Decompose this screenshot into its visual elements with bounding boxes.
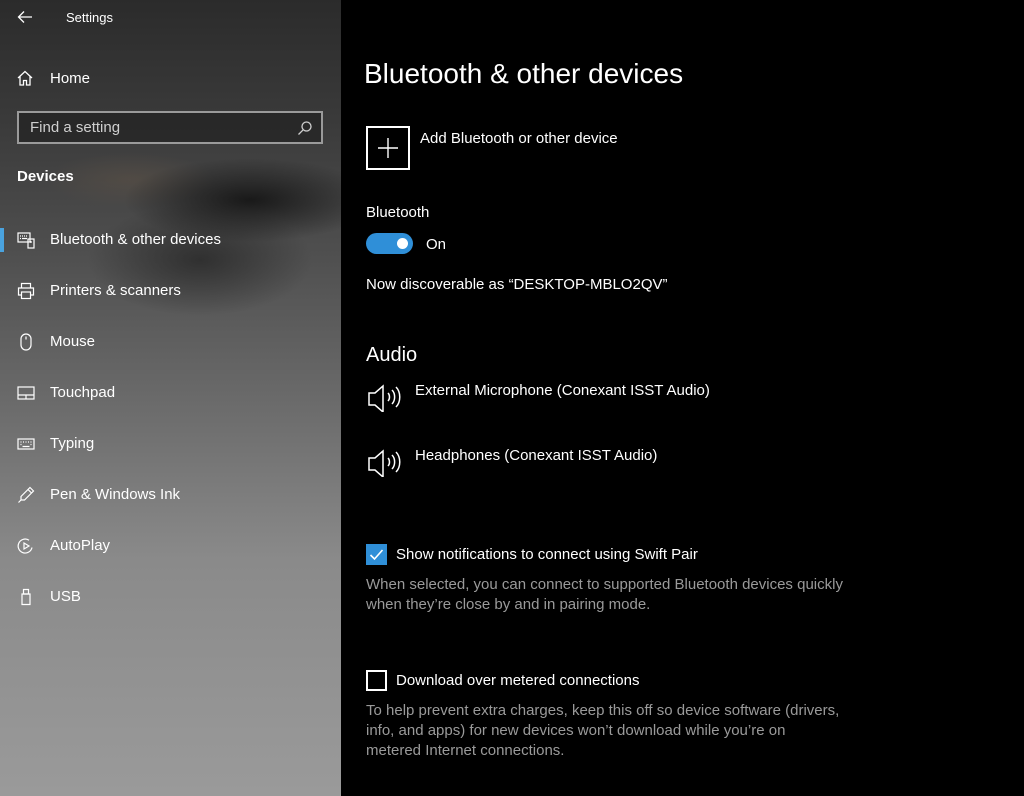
speaker-icon	[368, 384, 401, 412]
speaker-icon	[368, 449, 401, 477]
audio-device-name: Headphones (Conexant ISST Audio)	[415, 447, 658, 464]
audio-device-name: External Microphone (Conexant ISST Audio…	[415, 382, 710, 399]
metered-label: Download over metered connections	[396, 672, 640, 689]
sidebar-item-mouse[interactable]: Mouse	[0, 316, 341, 367]
sidebar-item-touchpad[interactable]: Touchpad	[0, 367, 341, 418]
sidebar-item-usb[interactable]: USB	[0, 571, 341, 622]
description-line: info, and apps) for new devices won’t do…	[366, 722, 786, 739]
search-box[interactable]	[17, 111, 323, 144]
page-title: Bluetooth & other devices	[364, 58, 684, 89]
sidebar-item-pen[interactable]: Pen & Windows Ink	[0, 469, 341, 520]
back-button[interactable]	[12, 6, 38, 28]
sidebar-item-printers[interactable]: Printers & scanners	[0, 265, 341, 316]
home-nav-item[interactable]: Home	[16, 64, 90, 92]
sidebar-item-label: USB	[50, 588, 81, 605]
metered-description: To help prevent extra charges, keep this…	[366, 701, 839, 761]
sidebar-item-label: AutoPlay	[50, 537, 111, 554]
sidebar-item-label: Pen & Windows Ink	[50, 486, 181, 503]
sidebar-item-typing[interactable]: Typing	[0, 418, 341, 469]
bluetooth-devices-icon	[17, 231, 35, 249]
bluetooth-toggle[interactable]	[366, 233, 413, 254]
sidebar: Settings Home Devices Bluetooth & other …	[0, 0, 341, 796]
sidebar-item-label: Bluetooth & other devices	[50, 231, 221, 248]
audio-section-title: Audio	[366, 344, 418, 366]
title-bar: Settings	[0, 0, 341, 34]
swift-pair-checkbox-row[interactable]: Show notifications to connect using Swif…	[366, 544, 698, 565]
audio-device-item[interactable]: Headphones (Conexant ISST Audio)	[366, 447, 657, 477]
search-icon[interactable]	[297, 120, 313, 136]
sidebar-item-autoplay[interactable]: AutoPlay	[0, 520, 341, 571]
audio-device-item[interactable]: External Microphone (Conexant ISST Audio…	[366, 382, 710, 412]
description-line: To help prevent extra charges, keep this…	[366, 702, 840, 719]
add-device-label: Add Bluetooth or other device	[420, 130, 618, 147]
checkmark-icon	[369, 549, 384, 561]
swift-pair-checkbox[interactable]	[366, 544, 387, 565]
swift-pair-description: When selected, you can connect to suppor…	[366, 575, 843, 615]
back-arrow-icon	[17, 11, 32, 23]
devices-nav: Bluetooth & other devices Printers & sca…	[0, 214, 341, 622]
metered-checkbox[interactable]	[366, 670, 387, 691]
sidebar-item-label: Touchpad	[50, 384, 116, 401]
sidebar-item-label: Printers & scanners	[50, 282, 181, 299]
sidebar-item-label: Mouse	[50, 333, 96, 350]
bluetooth-state: On	[426, 236, 447, 253]
keyboard-icon	[17, 435, 35, 453]
mouse-icon	[17, 332, 35, 351]
description-line: When selected, you can connect to suppor…	[366, 576, 843, 593]
home-label: Home	[50, 69, 91, 87]
description-line: metered Internet connections.	[366, 742, 565, 759]
description-line: when they’re close by and in pairing mod…	[366, 596, 651, 613]
plus-icon	[378, 138, 398, 158]
discoverable-text: Now discoverable as “DESKTOP-MBLO2QV”	[366, 276, 668, 293]
usb-icon	[17, 588, 35, 606]
search-input[interactable]	[19, 113, 297, 142]
home-icon	[17, 70, 33, 86]
bluetooth-label: Bluetooth	[366, 204, 430, 221]
add-device-button[interactable]: Add Bluetooth or other device	[366, 126, 618, 170]
main-content: Bluetooth & other devices Add Bluetooth …	[341, 0, 1024, 796]
pen-icon	[17, 486, 35, 504]
touchpad-icon	[17, 384, 35, 402]
toggle-knob	[397, 238, 408, 249]
swift-pair-label: Show notifications to connect using Swif…	[396, 546, 698, 563]
sidebar-item-bluetooth[interactable]: Bluetooth & other devices	[0, 214, 341, 265]
add-device-tile[interactable]	[366, 126, 410, 170]
autoplay-icon	[17, 537, 35, 555]
printer-icon	[17, 282, 35, 300]
sidebar-item-label: Typing	[50, 435, 95, 452]
metered-checkbox-row[interactable]: Download over metered connections	[366, 670, 639, 691]
section-label-devices: Devices	[17, 168, 74, 185]
app-title: Settings	[66, 10, 113, 25]
